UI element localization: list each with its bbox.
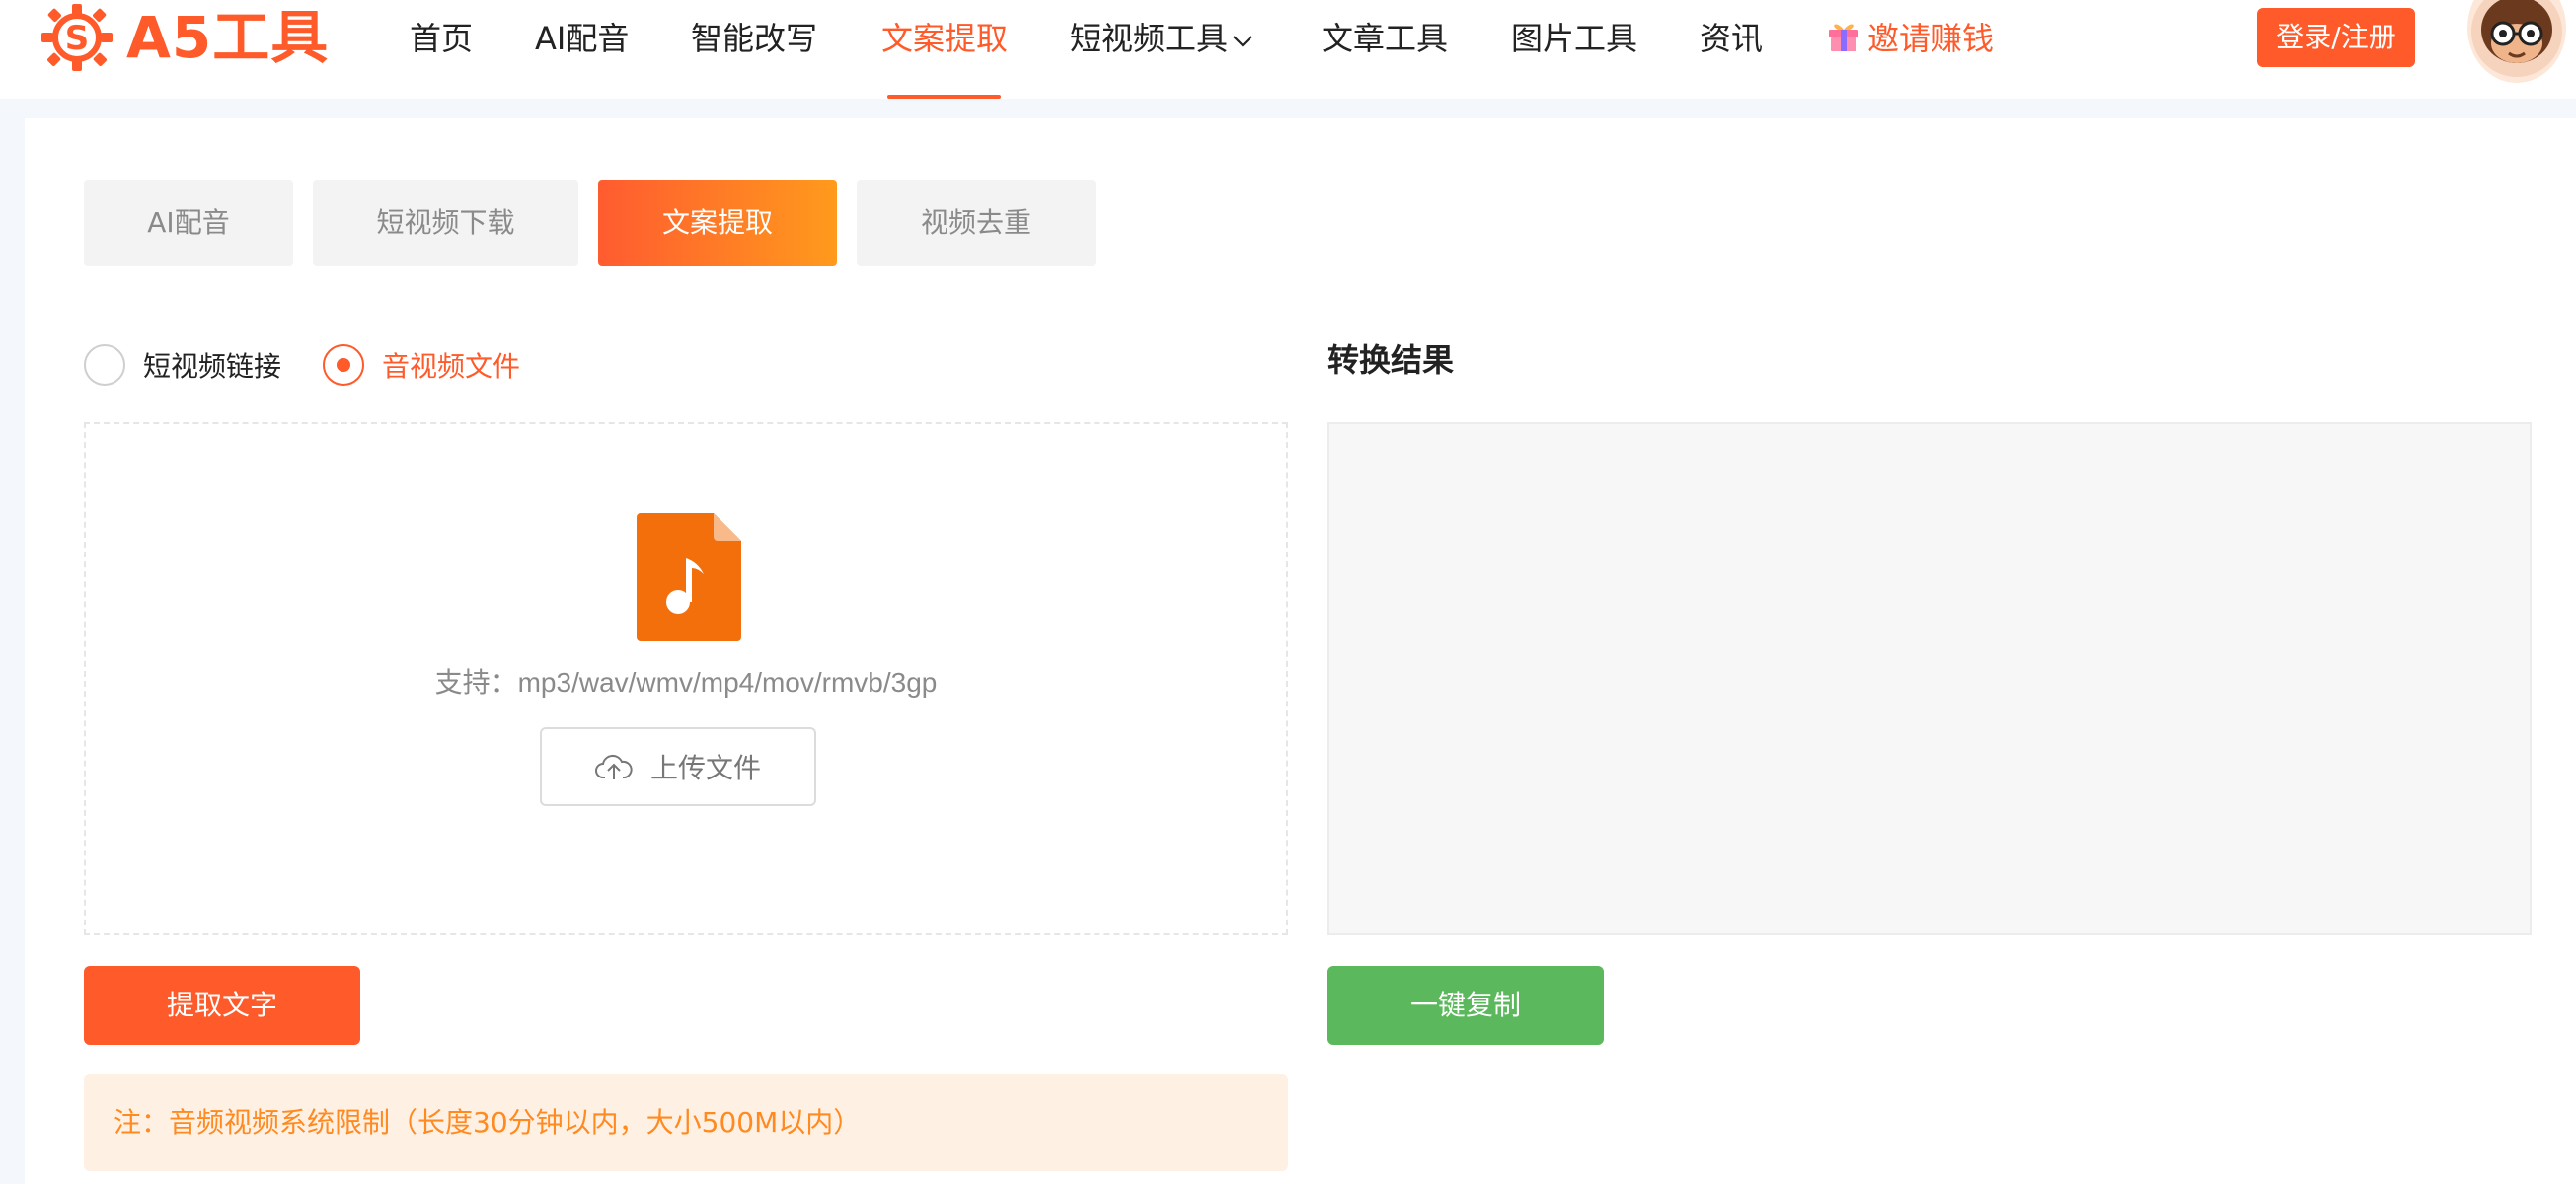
radio-label: 短视频链接 (143, 350, 282, 383)
main-nav: 首页 AI配音 智能改写 文案提取 短视频工具 文章工具 图片工具 资讯 邀请赚… (0, 0, 2073, 99)
nav-smart-rewrite[interactable]: 智能改写 (691, 14, 817, 63)
login-register-button[interactable]: 登录/注册 (2257, 8, 2415, 67)
gift-icon (1829, 24, 1858, 51)
nav-short-video-tools[interactable]: 短视频工具 (1070, 14, 1255, 63)
source-type-radio-group: 短视频链接 音视频文件 (84, 340, 562, 390)
nav-article-tools[interactable]: 文章工具 (1322, 14, 1448, 63)
monkey-avatar-icon (2471, 0, 2562, 77)
chevron-down-icon (1233, 36, 1252, 47)
tab-video-dedup[interactable]: 视频去重 (857, 180, 1096, 266)
radio-button-selected[interactable] (323, 344, 365, 386)
tab-copy-extract[interactable]: 文案提取 (598, 180, 837, 266)
nav-image-tools[interactable]: 图片工具 (1511, 14, 1637, 63)
nav-short-video-tools-label: 短视频工具 (1070, 20, 1229, 57)
top-navigation-bar: S A5工具 首页 AI配音 智能改写 文案提取 短视频工具 文章工具 图片工具… (0, 0, 2576, 99)
extract-text-button[interactable]: 提取文字 (84, 966, 360, 1045)
nav-home[interactable]: 首页 (410, 14, 473, 63)
radio-button[interactable] (84, 344, 125, 386)
supported-formats-text: 支持：mp3/wav/wmv/mp4/mov/rmvb/3gp (434, 667, 938, 698)
avatar[interactable] (2467, 0, 2566, 83)
radio-short-video-link[interactable]: 短视频链接 (84, 344, 281, 386)
music-file-icon (637, 513, 741, 641)
nav-copy-extract[interactable]: 文案提取 (881, 14, 1008, 63)
tab-ai-dubbing[interactable]: AI配音 (84, 180, 293, 266)
upload-file-button[interactable]: 上传文件 (540, 727, 816, 806)
radio-audio-video-file[interactable]: 音视频文件 (323, 344, 520, 386)
limit-notice: 注：音频视频系统限制（长度30分钟以内，大小500M以内） (84, 1074, 1288, 1171)
nav-ai-dubbing[interactable]: AI配音 (535, 14, 629, 63)
upload-dropzone[interactable]: 支持：mp3/wav/wmv/mp4/mov/rmvb/3gp 上传文件 (84, 422, 1288, 935)
result-title: 转换结果 (1327, 341, 1455, 379)
nav-invite-label: 邀请赚钱 (1867, 20, 1995, 57)
nav-invite[interactable]: 邀请赚钱 (1826, 14, 1994, 63)
radio-label: 音视频文件 (382, 350, 521, 383)
copy-all-button[interactable]: 一键复制 (1327, 966, 1604, 1045)
cloud-upload-icon (594, 754, 633, 779)
tab-short-video-download[interactable]: 短视频下载 (313, 180, 578, 266)
upload-file-label: 上传文件 (649, 752, 761, 784)
result-output-area[interactable] (1327, 422, 2532, 935)
active-nav-indicator (887, 95, 1001, 99)
nav-news[interactable]: 资讯 (1700, 14, 1763, 63)
